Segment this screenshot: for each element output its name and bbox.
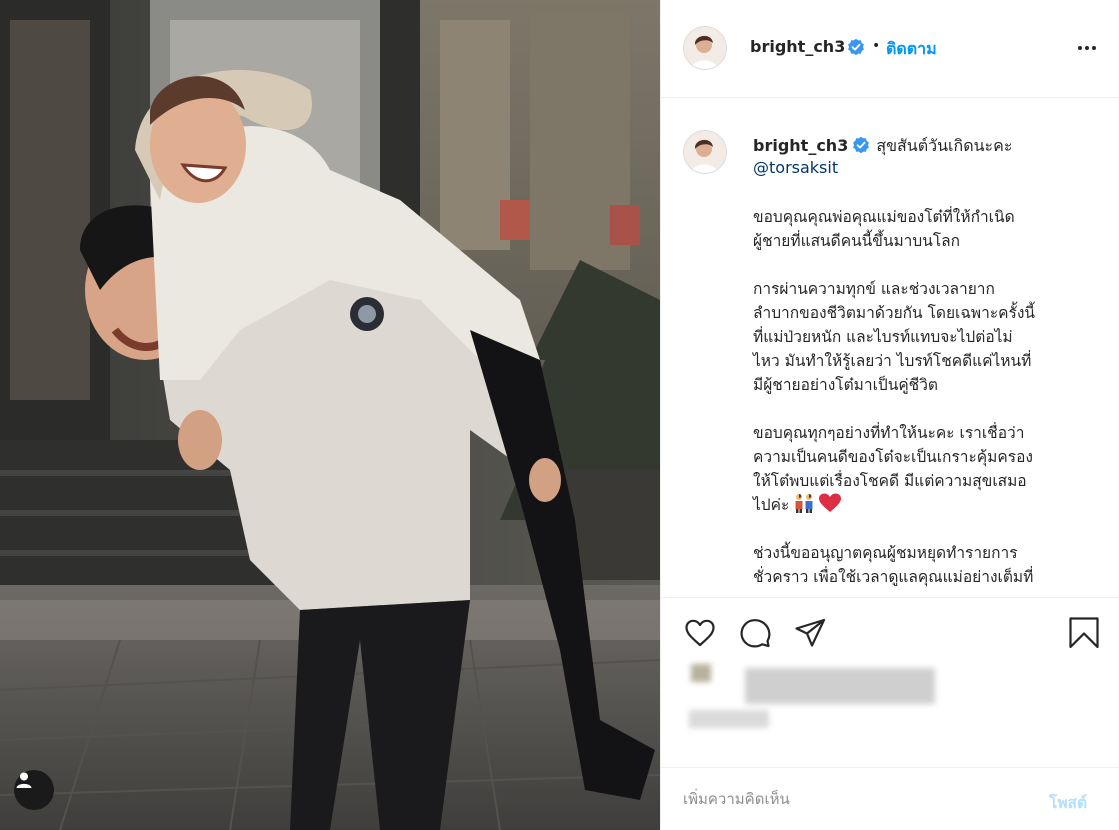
caption-username[interactable]: bright_ch3 [753,136,848,155]
separator-dot: • [872,38,881,54]
blurred-likes [685,660,945,740]
caption-paragraph-1: ขอบคุณคุณพ่อคุณแม่ของโต๋ที่ให้กำเนิด ผู้… [753,208,1015,250]
caption-paragraph-3: ขอบคุณทุกๆอย่างที่ทำให้นะคะ เราเชื่อว่า … [753,421,1103,520]
caption-paragraph-2: การผ่านความทุกข์ และช่วงเวลายาก ลำบากของ… [753,280,1036,394]
verified-badge-icon [848,38,864,56]
couple-emoji [793,493,815,520]
add-comment-bar: โพสต์ [661,767,1119,830]
caption-header: bright_ch3 สุขสันต์วันเกิดนะคะ [753,134,1012,159]
post-details-panel: bright_ch3 • ติดตาม bright_ch3 สุขสันต์ว… [660,0,1119,830]
heart-icon[interactable] [683,616,717,650]
follow-button[interactable]: ติดตาม [886,37,937,62]
caption-area: bright_ch3 สุขสันต์วันเกิดนะคะ @torsaksi… [661,99,1119,597]
avatar-image [684,131,726,173]
more-options-icon[interactable] [1074,36,1100,60]
mention-link[interactable]: @torsaksit [753,158,838,177]
author-username[interactable]: bright_ch3 [750,37,845,56]
caption-avatar[interactable] [683,130,727,174]
post-comment-button[interactable]: โพสต์ [1049,790,1087,815]
post-photo[interactable] [0,0,660,830]
share-icon[interactable] [793,616,827,650]
caption-first-line: สุขสันต์วันเกิดนะคะ [876,136,1013,155]
verified-badge-icon [853,136,870,154]
action-bar [661,597,1119,767]
red-heart-emoji [819,493,842,520]
comment-icon[interactable] [738,616,772,650]
user-tag-button[interactable] [14,770,54,810]
bookmark-icon[interactable] [1067,616,1101,650]
author-avatar[interactable] [683,26,727,70]
user-tag-icon [16,772,32,788]
post-image [0,0,660,830]
avatar-image [684,27,726,69]
comment-input[interactable] [683,784,1023,814]
post-header: bright_ch3 • ติดตาม [661,0,1119,98]
caption-paragraph-4: ช่วงนี้ขออนุญาตคุณผู้ชมหยุดทำรายการ ชั่ว… [753,544,1034,586]
